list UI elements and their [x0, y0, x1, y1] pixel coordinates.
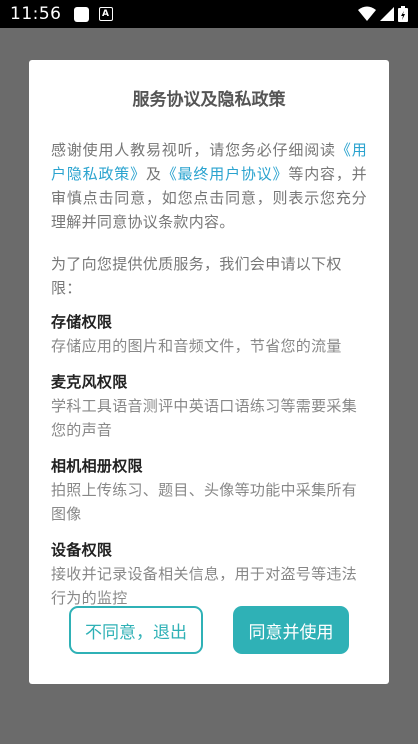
wifi-icon — [358, 6, 376, 21]
privacy-dialog: 服务协议及隐私政策 感谢使用人教易视听，请您务必仔细阅读《用户隐私政策》及《最终… — [29, 60, 389, 684]
decline-exit-button[interactable]: 不同意，退出 — [69, 606, 203, 654]
signal-icon — [380, 7, 394, 21]
permission-desc-microphone: 学科工具语音测评中英语口语练习等需要采集您的声音 — [51, 397, 358, 439]
battery-icon — [398, 6, 408, 22]
notification-square-icon — [73, 6, 89, 22]
permission-desc-device: 接收并记录设备相关信息，用于对盗号等违法行为的监控 — [51, 565, 358, 607]
intro-paragraph: 感谢使用人教易视听，请您务必仔细阅读《用户隐私政策》及《最终用户协议》等内容，并… — [51, 138, 367, 234]
permission-title-camera: 相机相册权限 — [51, 457, 143, 475]
permissions-intro: 为了向您提供优质服务，我们会申请以下权限： — [51, 255, 342, 297]
intro-text-and: 及 — [145, 165, 162, 183]
permission-title-microphone: 麦克风权限 — [51, 373, 128, 391]
status-bar: 11:56 A — [0, 0, 418, 28]
agree-and-use-button[interactable]: 同意并使用 — [233, 606, 349, 654]
dialog-body: 感谢使用人教易视听，请您务必仔细阅读《用户隐私政策》及《最终用户协议》等内容，并… — [51, 138, 367, 610]
permission-title-storage: 存储权限 — [51, 313, 113, 331]
permission-desc-camera: 拍照上传练习、题目、头像等功能中采集所有图像 — [51, 481, 358, 523]
notification-a-icon: A — [98, 7, 113, 21]
dialog-title: 服务协议及隐私政策 — [132, 90, 286, 110]
permission-desc-storage: 存储应用的图片和音频文件，节省您的流量 — [51, 337, 342, 355]
intro-text-pre: 感谢使用人教易视听，请您务必仔细阅读 — [51, 141, 336, 159]
user-agreement-link[interactable]: 《最终用户协议》 — [162, 165, 289, 183]
status-icons — [358, 6, 408, 22]
status-time: 11:56 — [10, 4, 62, 24]
dialog-buttons: 不同意，退出 同意并使用 — [29, 606, 389, 654]
permission-title-device: 设备权限 — [51, 541, 113, 559]
